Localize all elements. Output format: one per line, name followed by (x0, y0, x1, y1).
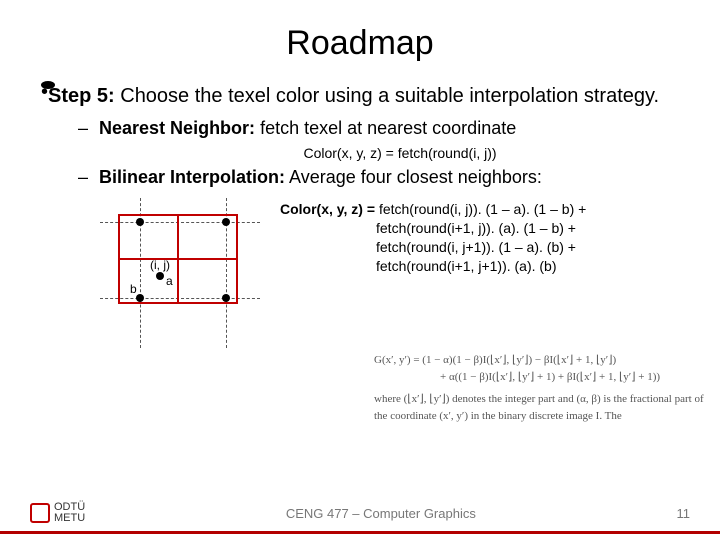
logo-line2: METU (54, 513, 85, 524)
texel-point (222, 294, 230, 302)
texel-point (222, 218, 230, 226)
bilinear-formula: Color(x, y, z) = fetch(round(i, j)). (1 … (280, 194, 586, 276)
course-name: CENG 477 – Computer Graphics (286, 506, 476, 521)
bilinear-diagram: (i, j) a b (100, 198, 260, 348)
bullet-dot: • (41, 81, 55, 89)
logo-text: ODTÜ METU (54, 502, 85, 524)
ij-label: (i, j) (150, 258, 170, 272)
reference-equation: G(x′, y′) = (1 − α)(1 − β)I(⌊x′⌋, ⌊y′⌋) … (374, 352, 704, 424)
bilinear-label: Bilinear Interpolation: (99, 167, 285, 187)
texel-point (136, 294, 144, 302)
gray-g1: G(x′, y′) = (1 − α)(1 − β)I(⌊x′⌋, ⌊y′⌋) … (374, 354, 616, 366)
formula-term: fetch(round(i+1, j)). (a). (1 – b) + (280, 219, 586, 238)
footer: ODTÜ METU CENG 477 – Computer Graphics 1… (0, 498, 720, 528)
logo-icon (30, 503, 50, 523)
formula-line: Color(x, y, z) = fetch(round(i, j)). (1 … (280, 200, 586, 219)
formula-term: fetch(round(i+1, j+1)). (a). (b) (280, 257, 586, 276)
b-label: b (130, 282, 137, 296)
sample-point (156, 272, 164, 280)
footer-redbar (0, 531, 720, 534)
page-number: 11 (676, 506, 690, 521)
texel-point (136, 218, 144, 226)
step-text: Choose the texel color using a suitable … (115, 85, 659, 107)
nearest-sub: – Nearest Neighbor: fetch texel at neare… (40, 118, 680, 139)
diagram-wrap: (i, j) a b (100, 194, 280, 348)
page-title: Roadmap (40, 24, 680, 63)
dash-2: – (78, 167, 94, 188)
formula-term: fetch(round(i, j+1)). (1 – a). (b) + (280, 238, 586, 257)
gray-where: where (⌊x′⌋, ⌊y′⌋) denotes the integer p… (374, 391, 704, 424)
nearest-text: fetch texel at nearest coordinate (255, 118, 516, 138)
step-bullet: • Step 5: Choose the texel color using a… (40, 85, 680, 108)
nearest-label: Nearest Neighbor: (99, 118, 255, 138)
bilinear-text: Average four closest neighbors: (285, 167, 542, 187)
step-label: Step 5: (48, 85, 115, 107)
bilinear-row: (i, j) a b Color(x, y, z) = fetch(round(… (40, 194, 680, 348)
gray-g2: + α((1 − β)I(⌊x′⌋, ⌊y′⌋ + 1) + βI(⌊x′⌋ +… (374, 369, 704, 386)
university-logo: ODTÜ METU (30, 502, 85, 524)
formula-term: fetch(round(i, j)). (1 – a). (1 – b) + (379, 201, 586, 217)
formula-lhs: Color(x, y, z) = (280, 201, 379, 217)
dash-1: – (78, 118, 94, 139)
bilinear-sub: – Bilinear Interpolation: Average four c… (40, 167, 680, 188)
slide-body: Roadmap • Step 5: Choose the texel color… (0, 0, 720, 348)
nearest-formula: Color(x, y, z) = fetch(round(i, j)) (120, 145, 680, 161)
a-label: a (166, 274, 173, 288)
